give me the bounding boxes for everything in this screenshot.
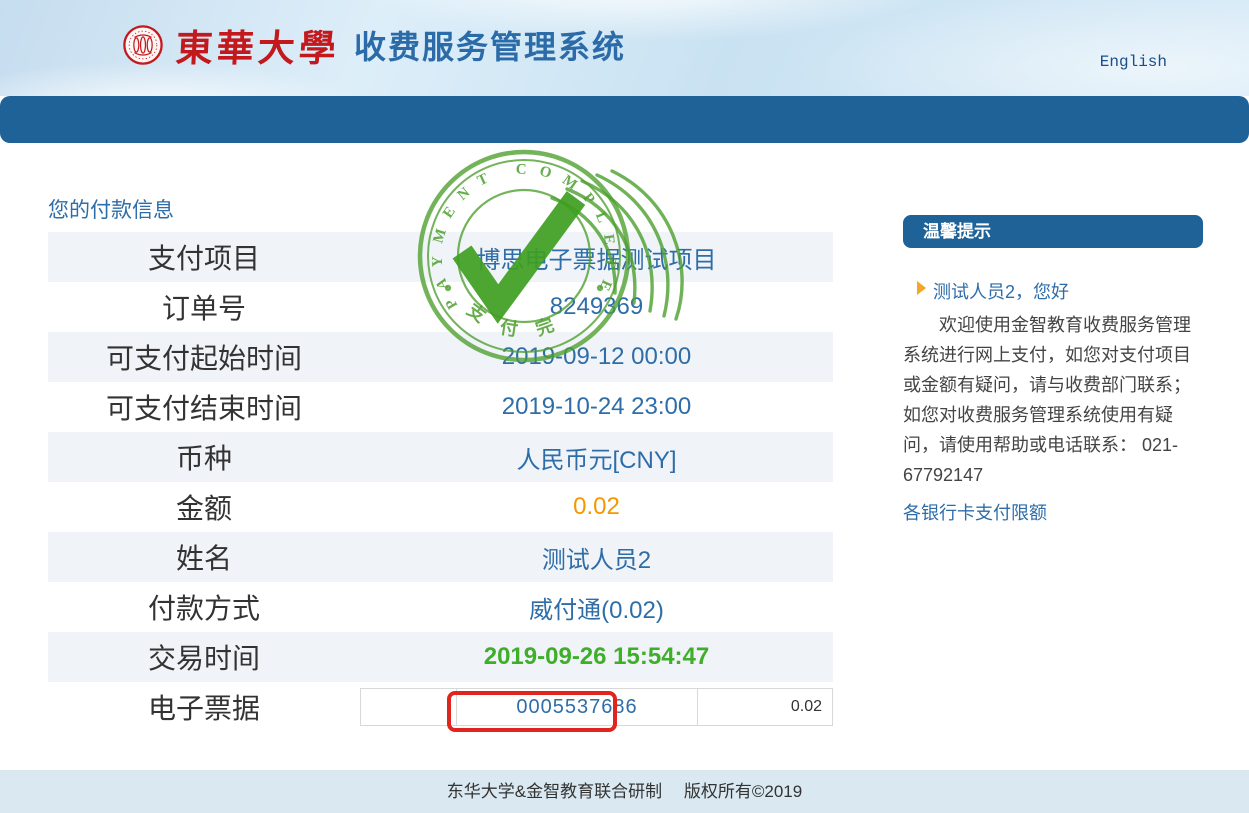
row-ebill: 电子票据 0005537686 0.02 <box>48 682 833 732</box>
system-title: 收费服务管理系统 <box>354 22 626 68</box>
row-value: 人民币元[CNY] <box>360 440 833 475</box>
row-value: 2019-09-12 00:00 <box>360 343 833 371</box>
row-payer-name: 姓名 测试人员2 <box>48 532 833 582</box>
bank-card-limit-link[interactable]: 各银行卡支付限额 <box>903 499 1047 525</box>
row-value: 8249369 <box>360 293 833 321</box>
arrow-right-icon <box>917 281 926 295</box>
row-label: 电子票据 <box>48 687 360 727</box>
row-label: 支付项目 <box>48 237 360 277</box>
row-value: 博思电子票据测试项目 <box>360 240 833 275</box>
university-name: 東華大學 <box>175 18 342 72</box>
row-label: 付款方式 <box>48 587 360 627</box>
footer: 东华大学&金智教育联合研制 版权所有©2019 <box>0 770 1249 813</box>
ebill-inner-table: 0005537686 0.02 <box>360 688 833 726</box>
row-label: 币种 <box>48 437 360 477</box>
ebill-empty-cell <box>361 689 456 725</box>
row-label: 姓名 <box>48 537 360 577</box>
navbar <box>0 96 1249 143</box>
ebill-amount: 0.02 <box>697 689 832 725</box>
row-value: 2019-10-24 23:00 <box>360 393 833 421</box>
university-seal-icon <box>122 24 164 66</box>
row-label: 交易时间 <box>48 637 360 677</box>
ebill-number-link[interactable]: 0005537686 <box>456 689 697 725</box>
greeting-text: 测试人员2，您好 <box>933 282 1069 302</box>
row-amount: 金额 0.02 <box>48 482 833 532</box>
row-label: 可支付结束时间 <box>48 387 360 427</box>
brand: 東華大學 收费服务管理系统 <box>122 16 626 74</box>
tips-title: 温馨提示 <box>903 215 1203 248</box>
row-label: 金额 <box>48 487 360 527</box>
amount-value: 0.02 <box>360 493 833 521</box>
header-banner: 東華大學 收费服务管理系统 English <box>0 0 1249 96</box>
row-trade-time: 交易时间 2019-09-26 15:54:47 <box>48 632 833 682</box>
tips-sidebar: 温馨提示 测试人员2，您好 欢迎使用金智教育收费服务管理系统进行网上支付，如您对… <box>903 215 1203 525</box>
language-switch-link[interactable]: English <box>1100 53 1167 71</box>
tips-message: 欢迎使用金智教育收费服务管理系统进行网上支付，如您对支付项目或金额有疑问，请与收… <box>903 310 1199 490</box>
row-value: 威付通(0.02) <box>360 590 833 625</box>
trade-time-value: 2019-09-26 15:54:47 <box>360 643 833 671</box>
copyright-text: 东华大学&金智教育联合研制 版权所有©2019 <box>447 782 802 801</box>
ebill-area: 0005537686 0.02 <box>360 688 833 726</box>
row-label: 订单号 <box>48 287 360 327</box>
row-order-no: 订单号 8249369 <box>48 282 833 332</box>
row-value: 测试人员2 <box>360 540 833 575</box>
row-label: 可支付起始时间 <box>48 337 360 377</box>
row-end-time: 可支付结束时间 2019-10-24 23:00 <box>48 382 833 432</box>
payment-info-table: 支付项目 博思电子票据测试项目 订单号 8249369 可支付起始时间 2019… <box>48 232 833 732</box>
row-currency: 币种 人民币元[CNY] <box>48 432 833 482</box>
payment-section-title: 您的付款信息 <box>48 194 174 224</box>
row-pay-method: 付款方式 威付通(0.02) <box>48 582 833 632</box>
row-pay-item: 支付项目 博思电子票据测试项目 <box>48 232 833 282</box>
row-start-time: 可支付起始时间 2019-09-12 00:00 <box>48 332 833 382</box>
greeting-row: 测试人员2，您好 <box>903 278 1203 304</box>
